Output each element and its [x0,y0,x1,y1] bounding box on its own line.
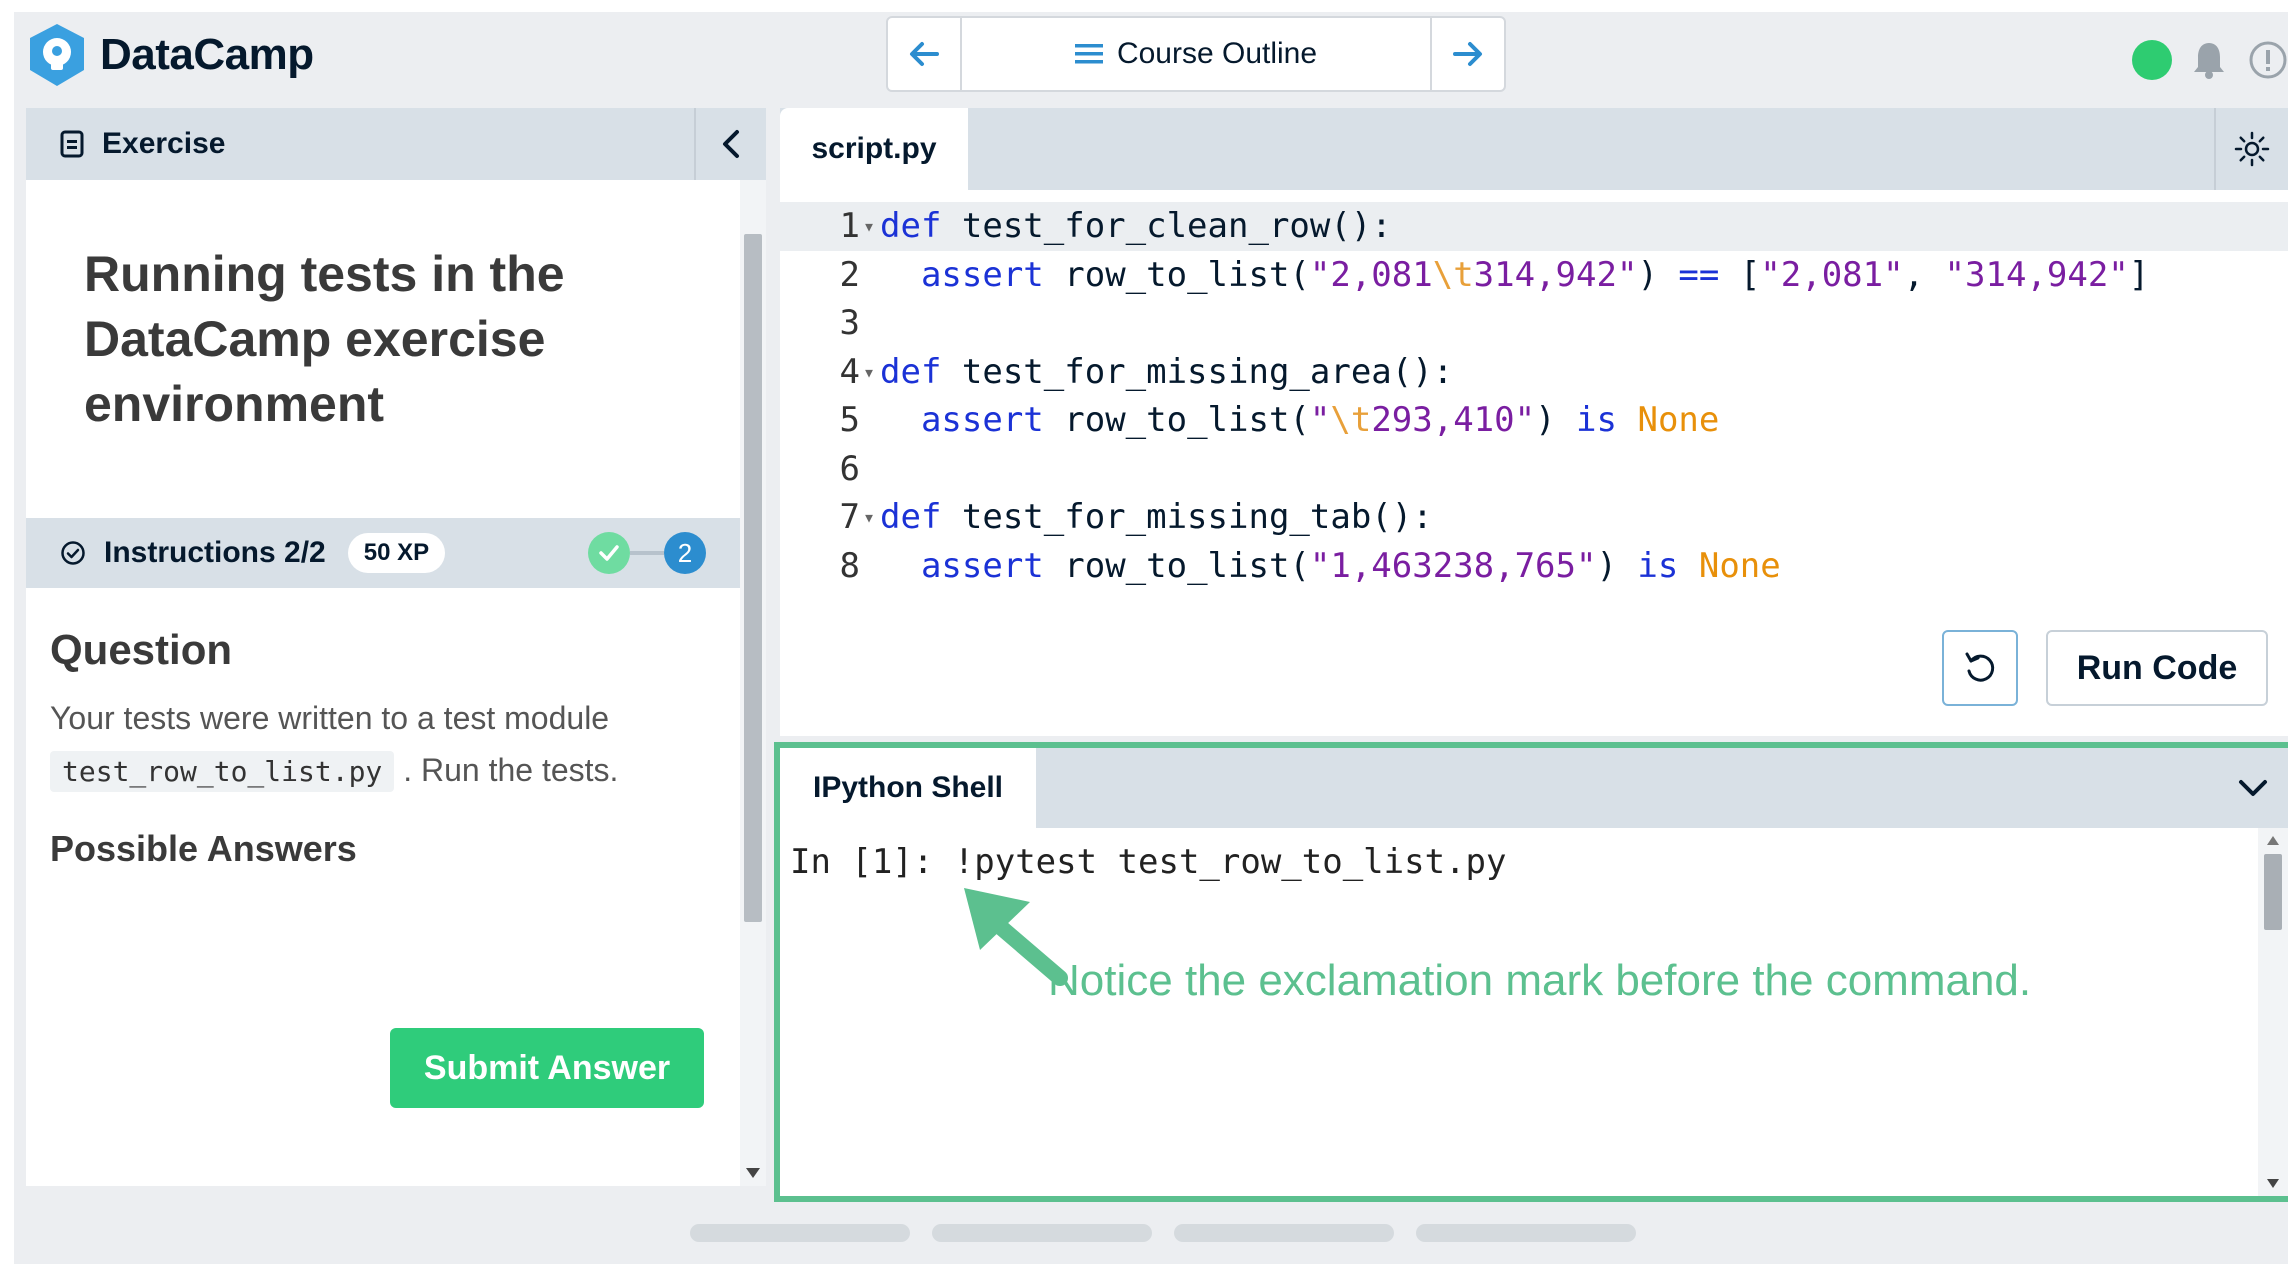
xp-badge: 50 XP [347,533,446,573]
shell-input-line[interactable]: In [1]: !pytest test_row_to_list.py [790,842,1506,882]
shell-output[interactable]: In [1]: !pytest test_row_to_list.py Noti… [780,828,2258,1196]
editor-tabbar: script.py [780,108,2288,190]
course-outline-label: Course Outline [1116,37,1318,70]
step-1-complete[interactable] [588,532,630,574]
line-number: 2 [839,254,860,295]
exercise-panel-title: Exercise [102,127,226,160]
line-number: 5 [839,400,860,440]
code-line[interactable]: 1 ▾ def test_for_clean_row(): [780,202,2288,251]
arrow-right-icon [1453,42,1482,66]
fold-toggle-icon[interactable]: ▾ [860,202,878,251]
exercise-panel: Exercise Running tests in the DataCamp e… [26,108,766,1186]
exercise-tab: Exercise [60,127,225,161]
ipython-shell-panel: IPython Shell In [1]: !pytest test_row_t… [774,742,2288,1202]
handle-pill[interactable] [932,1224,1152,1242]
instructions-bar: Instructions 2/2 50 XP 2 [26,518,740,588]
code-text: assert row_to_list("1,463238,765") is No… [920,545,1781,586]
chevron-left-icon [723,130,739,158]
collapse-panel-button[interactable] [694,108,766,180]
question-section: Question Your tests were written to a te… [50,626,730,870]
code-text: def test_for_missing_tab(): [880,497,1433,537]
code-editor-panel: script.py 1 ▾ def test_for_clean_row(): 2 … [780,108,2288,736]
next-exercise-button[interactable] [1430,18,1504,90]
shell-scrollbar-thumb[interactable] [2264,854,2282,930]
reset-icon [1965,652,1995,682]
step-2-current[interactable]: 2 [664,532,706,574]
question-text-start: Your tests were written to a test module [50,700,610,736]
handle-pill[interactable] [690,1224,910,1242]
panel-resize-handles [690,1224,1658,1242]
code-line[interactable]: 2 assert row_to_list("2,081\t314,942") =… [780,251,2288,300]
shell-scrollbar[interactable] [2258,828,2288,1196]
fold-toggle-icon[interactable]: ▾ [860,493,878,542]
handle-pill[interactable] [1174,1224,1394,1242]
line-number: 8 [839,545,860,586]
shell-prompt: In [1]: [790,842,934,882]
tab-script-py[interactable]: script.py [780,108,968,190]
scroll-down-arrow[interactable] [746,1168,760,1178]
course-outline-nav: Course Outline [886,16,1506,92]
line-number: 4 [839,351,860,392]
instructions-label: Instructions 2/2 [104,536,326,569]
collapse-shell-button[interactable] [2218,748,2288,828]
document-icon [60,130,84,158]
shell-command: !pytest test_row_to_list.py [953,842,1507,882]
check-circle-icon [61,541,85,565]
exercise-scrollbar-thumb[interactable] [744,234,762,922]
possible-answers-title: Possible Answers [50,828,357,869]
code-text: assert row_to_list("\t293,410") is None [920,400,1720,440]
annotation-text: Notice the exclamation mark before the c… [1048,956,2032,1005]
run-code-button[interactable]: Run Code [2046,630,2268,706]
code-area[interactable]: 1 ▾ def test_for_clean_row(): 2 assert row… [780,202,2288,590]
exercise-panel-header: Exercise [26,108,766,180]
fold-toggle-icon[interactable]: ▾ [860,348,878,397]
sun-icon [2234,131,2270,167]
arrow-left-icon [910,42,939,66]
code-text: def test_for_missing_area(): [880,351,1454,392]
tab-ipython-shell[interactable]: IPython Shell [780,748,1036,828]
code-line[interactable]: 3 [780,299,2288,348]
chevron-down-icon [2239,780,2267,796]
menu-icon [1074,44,1103,64]
step-progress: 2 [588,518,706,588]
code-line[interactable]: 5 assert row_to_list("\t293,410") is Non… [780,396,2288,445]
scroll-up-arrow[interactable] [2267,836,2279,845]
exercise-content: Running tests in the DataCamp exercise e… [26,180,740,1186]
code-text: def test_for_clean_row(): [880,206,1392,246]
previous-exercise-button[interactable] [888,18,962,90]
reset-code-button[interactable] [1942,630,2018,706]
handle-pill[interactable] [1416,1224,1636,1242]
scroll-down-arrow[interactable] [2267,1179,2279,1188]
instructions-tab[interactable]: Instructions 2/2 [60,536,326,570]
header-actions [2132,40,2288,80]
code-line[interactable]: 4 ▾ def test_for_missing_area(): [780,348,2288,397]
question-text-end: . Run the tests. [403,752,619,788]
code-text: assert row_to_list("2,081\t314,942") == … [920,254,2150,295]
checkmark-icon [599,545,619,561]
datacamp-logo-icon [30,24,84,86]
course-outline-button[interactable]: Course Outline [962,18,1430,90]
line-number: 3 [839,303,860,343]
connection-status-dot [2132,40,2172,80]
question-title: Question [50,626,233,673]
app-name: DataCamp [100,30,314,79]
bell-icon[interactable] [2190,40,2228,80]
code-line[interactable]: 8 assert row_to_list("1,463238,765") is … [780,542,2288,591]
datacamp-logo[interactable]: DataCamp [26,22,314,88]
exercise-heading: Running tests in the DataCamp exercise e… [84,246,565,432]
line-number: 7 [839,497,860,537]
line-number: 1 [839,206,860,246]
question-code-module: test_row_to_list.py [50,751,395,792]
submit-answer-button[interactable]: Submit Answer [390,1028,704,1108]
exercise-scrollbar[interactable] [740,180,766,1186]
alert-icon[interactable] [2248,40,2288,80]
shell-tabbar: IPython Shell [780,748,2288,828]
line-number: 6 [839,448,860,489]
code-line[interactable]: 7 ▾ def test_for_missing_tab(): [780,493,2288,542]
editor-settings-button[interactable] [2214,108,2288,190]
code-line[interactable]: 6 [780,445,2288,494]
question-text: Your tests were written to a test module… [50,692,730,798]
step-connector [630,551,664,555]
